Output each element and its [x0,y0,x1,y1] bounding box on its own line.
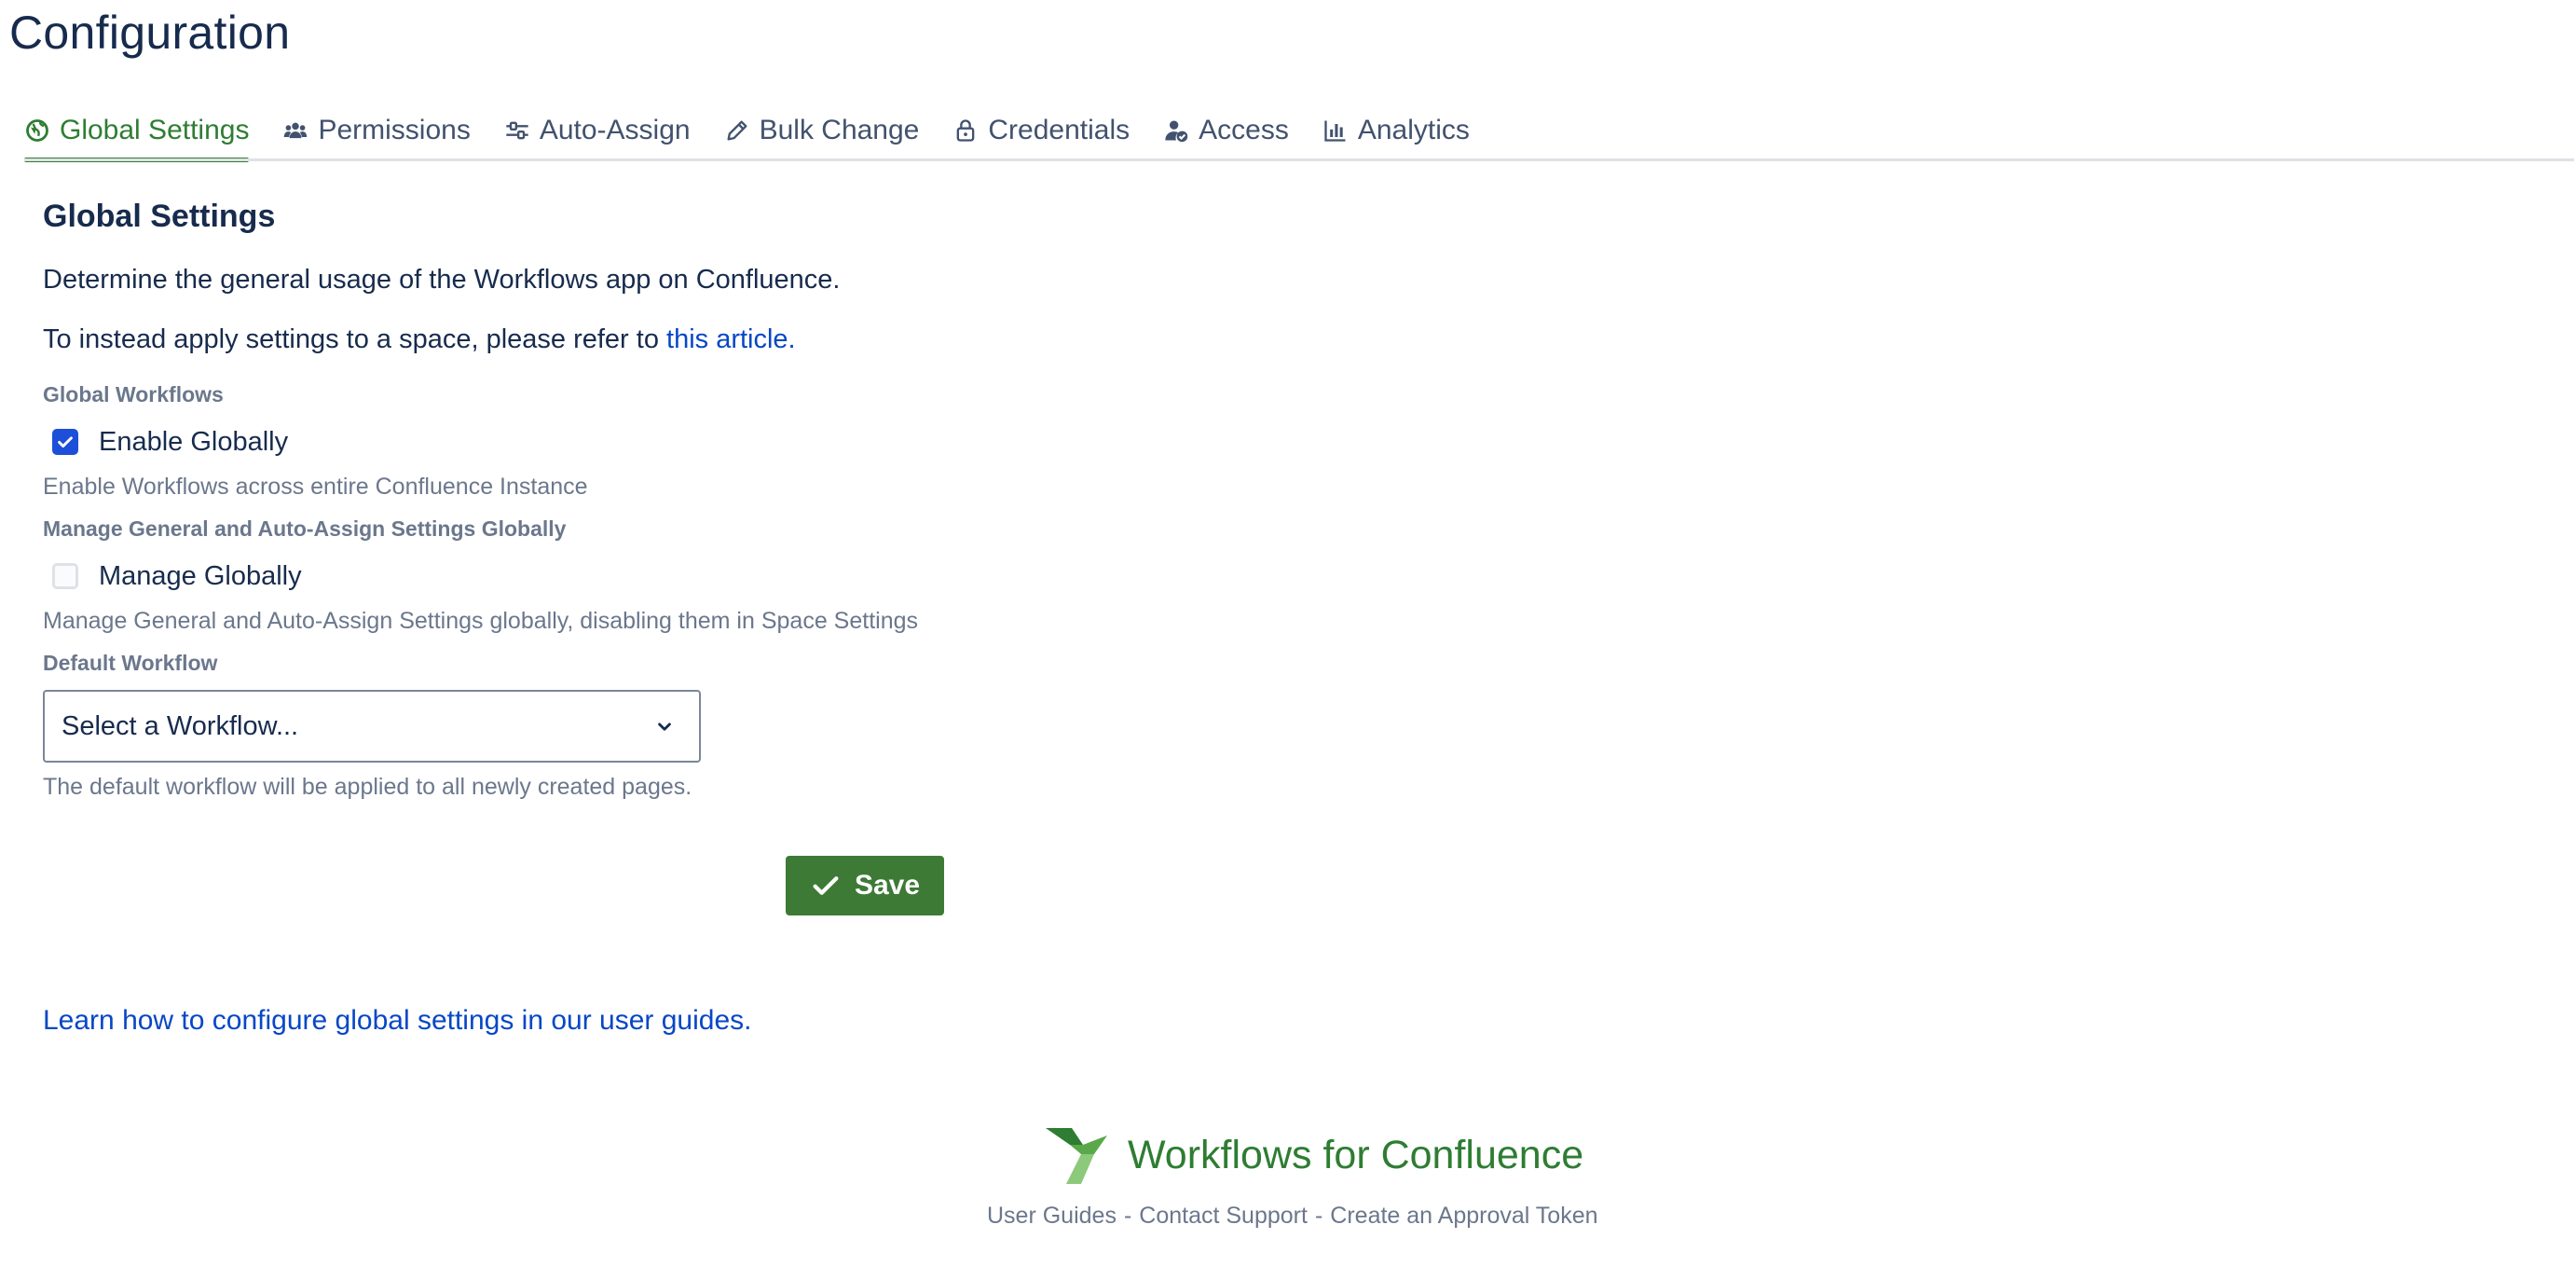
manage-globally-checkbox[interactable] [52,563,78,589]
checkmark-icon [810,870,842,901]
bar-chart-icon [1322,117,1349,144]
global-settings-panel: Global Settings Determine the general us… [43,196,1068,802]
globe-icon [24,117,50,144]
chevron-down-icon [652,714,677,738]
footer-separator: - [1123,1203,1132,1229]
sliders-icon [504,117,530,144]
enable-globally-checkbox[interactable] [52,429,78,455]
default-workflow-label: Default Workflow [43,651,218,675]
tab-label: Credentials [988,115,1130,145]
tab-auto-assign[interactable]: Auto-Assign [504,104,691,157]
manage-globally-section-label: Manage General and Auto-Assign Settings … [43,516,567,541]
check-icon [58,436,73,448]
global-workflows-label: Global Workflows [43,382,224,406]
this-article-link[interactable]: this article. [666,324,796,354]
section-title: Global Settings [43,199,276,234]
footer-brand: Workflows for Confluence [1044,1122,1583,1188]
enable-globally-helper: Enable Workflows across entire Confluenc… [43,474,588,500]
tab-analytics[interactable]: Analytics [1322,104,1470,157]
manage-globally-label[interactable]: Manage Globally [99,561,302,592]
footer-approval-token-link[interactable]: Create an Approval Token [1330,1203,1597,1230]
users-icon [282,117,308,144]
default-workflow-select[interactable]: Select a Workflow... [43,690,701,763]
footer-user-guides-link[interactable]: User Guides [987,1203,1117,1230]
tab-credentials[interactable]: Credentials [952,104,1130,157]
tab-label: Bulk Change [759,115,920,145]
refer-paragraph: To instead apply settings to a space, pl… [43,321,1068,358]
refer-text: To instead apply settings to a space, pl… [43,324,667,354]
footer-contact-support-link[interactable]: Contact Support [1139,1203,1308,1230]
enable-globally-row: Enable Globally [43,421,1068,462]
user-check-icon [1163,117,1189,144]
default-workflow-helper: The default workflow will be applied to … [43,774,692,800]
page-title: Configuration [9,7,291,59]
tab-label: Access [1199,115,1289,145]
save-label: Save [854,870,921,901]
enable-globally-label[interactable]: Enable Globally [99,427,288,458]
footer-links: User Guides - Contact Support - Create a… [987,1203,1598,1230]
tab-label: Analytics [1357,115,1470,145]
tab-label: Global Settings [60,115,250,145]
workflows-logo-icon [1046,1128,1107,1184]
tab-access[interactable]: Access [1163,104,1289,157]
tab-global-settings[interactable]: Global Settings [24,104,250,162]
description-text: Determine the general usage of the Workf… [43,265,841,295]
tab-label: Permissions [318,115,471,145]
manage-globally-helper: Manage General and Auto-Assign Settings … [43,608,919,634]
pencil-icon [724,117,750,144]
configuration-page: Configuration Global Settings Permission… [0,0,2576,1266]
tab-bulk-change[interactable]: Bulk Change [724,104,920,157]
lock-icon [952,117,979,144]
manage-globally-row: Manage Globally [43,556,1068,597]
tab-permissions[interactable]: Permissions [282,104,471,157]
user-guides-learn-link[interactable]: Learn how to configure global settings i… [43,1005,751,1037]
tab-bar: Global Settings Permissions Auto-Assign … [24,104,2576,162]
save-button[interactable]: Save [786,856,944,915]
tab-divider [24,158,2574,161]
footer-brand-text: Workflows for Confluence [1128,1132,1584,1177]
default-workflow-value: Select a Workflow... [62,710,299,741]
tab-label: Auto-Assign [539,115,691,145]
footer-separator: - [1314,1203,1323,1229]
